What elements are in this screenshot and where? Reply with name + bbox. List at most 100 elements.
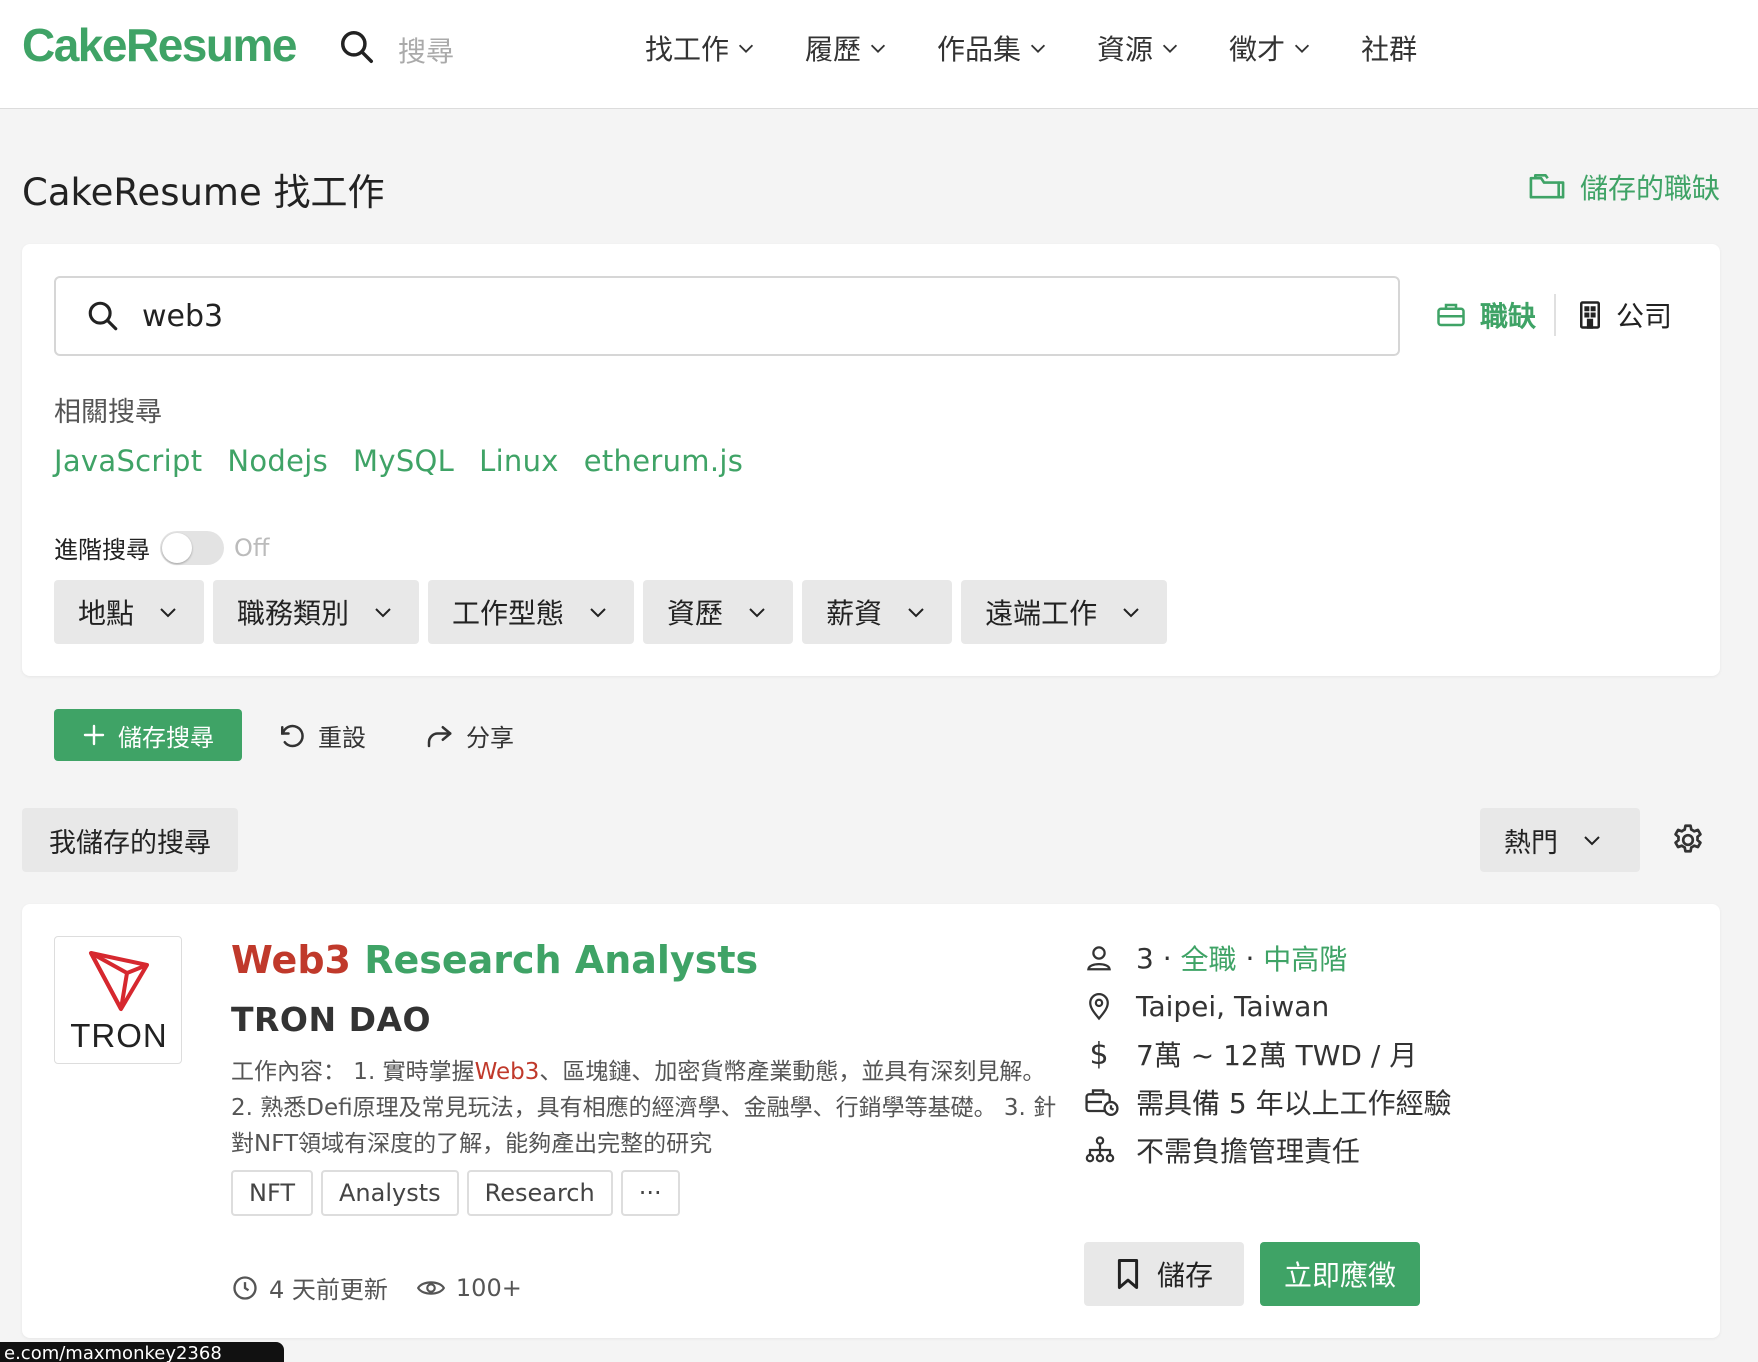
tag[interactable]: Analysts [321, 1170, 459, 1216]
job-experience: 需具備 5 年以上工作經驗 [1136, 1087, 1452, 1120]
job-search-box[interactable] [54, 276, 1400, 356]
briefcase-clock-icon [1085, 1089, 1119, 1117]
share-arrow-icon [427, 725, 452, 747]
saved-jobs-label: 儲存的職缺 [1579, 172, 1720, 205]
tab-jobs[interactable]: 職缺 [1436, 295, 1536, 335]
job-title-link[interactable]: Web3 Research Analysts [231, 938, 758, 982]
separator-dot: · [1236, 941, 1264, 975]
job-title-text: Research Analysts [350, 938, 759, 982]
briefcase-icon [1437, 303, 1465, 327]
filter-remote[interactable]: 遠端工作 [961, 580, 1168, 644]
tab-divider [1554, 294, 1557, 336]
related-search-link[interactable]: Nodejs [227, 444, 328, 478]
gear-icon[interactable] [1670, 822, 1706, 858]
top-navigation-bar: CakeResume 搜尋 找工作 履歷 作品集 資源 徵才 社群 [0, 0, 1758, 109]
company-name[interactable]: TRON DAO [231, 1000, 431, 1039]
job-search-input[interactable] [142, 298, 1242, 334]
advanced-search-toggle[interactable] [160, 530, 224, 565]
chevron-down-icon [749, 608, 765, 618]
desc-text: 工作內容： 1. 實時掌握 [231, 1059, 475, 1085]
nav-item-portfolio[interactable]: 作品集 [937, 28, 1049, 68]
location-row: Taipei, Taiwan [1084, 982, 1452, 1030]
filter-label: 地點 [78, 597, 135, 630]
tag[interactable]: Research [466, 1170, 613, 1216]
filter-location[interactable]: 地點 [54, 580, 205, 644]
save-job-label: 儲存 [1156, 1259, 1213, 1292]
nav-item-label: 作品集 [937, 33, 1022, 66]
search-type-tabs: 職缺 公司 [1436, 294, 1672, 336]
filter-salary[interactable]: 薪資 [802, 580, 953, 644]
header-search-input[interactable]: 搜尋 [398, 30, 454, 70]
related-search-link[interactable]: Linux [479, 444, 559, 478]
salary-row: $ 7萬 ~ 12萬 TWD / 月 [1084, 1030, 1452, 1078]
apply-now-button[interactable]: 立即應徵 [1260, 1242, 1420, 1306]
share-button[interactable]: 分享 [424, 718, 514, 753]
tron-logo-icon [89, 951, 149, 1011]
job-location: Taipei, Taiwan [1136, 989, 1330, 1023]
nav-item-label: 徵才 [1229, 33, 1286, 66]
main-nav: 找工作 履歷 作品集 資源 徵才 社群 [645, 28, 1465, 68]
chevron-down-icon [738, 44, 754, 53]
sort-dropdown[interactable]: 熱門 [1480, 808, 1640, 872]
search-panel: 職缺 公司 相關搜尋 JavaScript Nodejs MySQL Linux… [22, 244, 1720, 676]
related-search-link[interactable]: MySQL [353, 444, 454, 478]
search-icon [88, 301, 118, 331]
filter-label: 職務類別 [237, 597, 350, 630]
desc-highlight: Web3 [474, 1059, 540, 1085]
saved-jobs-link[interactable]: 儲存的職缺 [1528, 167, 1720, 207]
chevron-down-icon [1162, 44, 1178, 53]
related-searches: JavaScript Nodejs MySQL Linux etherum.js [54, 444, 768, 478]
save-search-button[interactable]: 儲存搜尋 [54, 709, 242, 761]
filter-label: 資歷 [667, 597, 724, 630]
tab-companies[interactable]: 公司 [1578, 295, 1672, 335]
tab-companies-label: 公司 [1616, 300, 1673, 333]
share-label: 分享 [466, 724, 514, 752]
my-saved-searches-button[interactable]: 我儲存的搜尋 [22, 808, 238, 872]
job-meta: 4 天前更新 100+ [231, 1270, 522, 1305]
chevron-down-icon [908, 608, 924, 618]
tag[interactable]: NFT [231, 1170, 313, 1216]
cakeresume-logo[interactable]: CakeResume [22, 18, 297, 72]
plus-icon [83, 724, 105, 746]
view-count: 100+ [455, 1273, 522, 1302]
openings-count: 3 [1136, 941, 1154, 975]
bookmark-icon [1117, 1258, 1139, 1290]
save-job-button[interactable]: 儲存 [1084, 1242, 1244, 1306]
job-management: 不需負擔管理責任 [1136, 1135, 1361, 1168]
search-icon[interactable] [338, 28, 376, 66]
nav-item-resources[interactable]: 資源 [1097, 28, 1181, 68]
related-search-link[interactable]: etherum.js [584, 444, 743, 478]
more-tags-button[interactable]: ··· [620, 1170, 680, 1216]
map-pin-icon [1089, 993, 1109, 1021]
related-search-link[interactable]: JavaScript [54, 444, 202, 478]
nav-item-label: 找工作 [645, 33, 730, 66]
reset-button[interactable]: 重設 [276, 718, 366, 753]
job-tags: NFT Analysts Research ··· [231, 1170, 688, 1216]
filter-seniority[interactable]: 資歷 [643, 580, 794, 644]
nav-item-label: 履歷 [805, 33, 862, 66]
nav-item-resume[interactable]: 履歷 [805, 28, 889, 68]
folder-icon [1529, 173, 1565, 199]
management-row: 不需負擔管理責任 [1084, 1126, 1452, 1174]
filter-job-category[interactable]: 職務類別 [213, 580, 420, 644]
company-logo[interactable]: TRON [54, 936, 182, 1064]
related-searches-label: 相關搜尋 [54, 397, 162, 428]
toggle-knob [162, 532, 192, 563]
nav-item-community[interactable]: 社群 [1361, 28, 1417, 68]
nav-item-hiring[interactable]: 徵才 [1229, 28, 1313, 68]
job-card[interactable]: TRON Web3 Research Analysts TRON DAO 工作內… [22, 904, 1720, 1338]
chevron-down-icon [870, 44, 886, 53]
chevron-down-icon [590, 608, 606, 618]
chevron-down-icon [1030, 44, 1046, 53]
building-icon [1580, 301, 1601, 329]
chevron-down-icon [160, 608, 176, 618]
advanced-search-label: 進階搜尋 [54, 536, 150, 564]
advanced-search-row: 進階搜尋 Off [54, 530, 269, 565]
nav-item-find-jobs[interactable]: 找工作 [645, 28, 757, 68]
seniority-level[interactable]: 中高階 [1263, 938, 1347, 978]
org-chart-icon [1085, 1136, 1115, 1163]
employment-type[interactable]: 全職 [1181, 938, 1237, 978]
filter-job-type[interactable]: 工作型態 [428, 580, 635, 644]
save-search-label: 儲存搜尋 [118, 723, 214, 752]
experience-row: 需具備 5 年以上工作經驗 [1084, 1078, 1452, 1126]
